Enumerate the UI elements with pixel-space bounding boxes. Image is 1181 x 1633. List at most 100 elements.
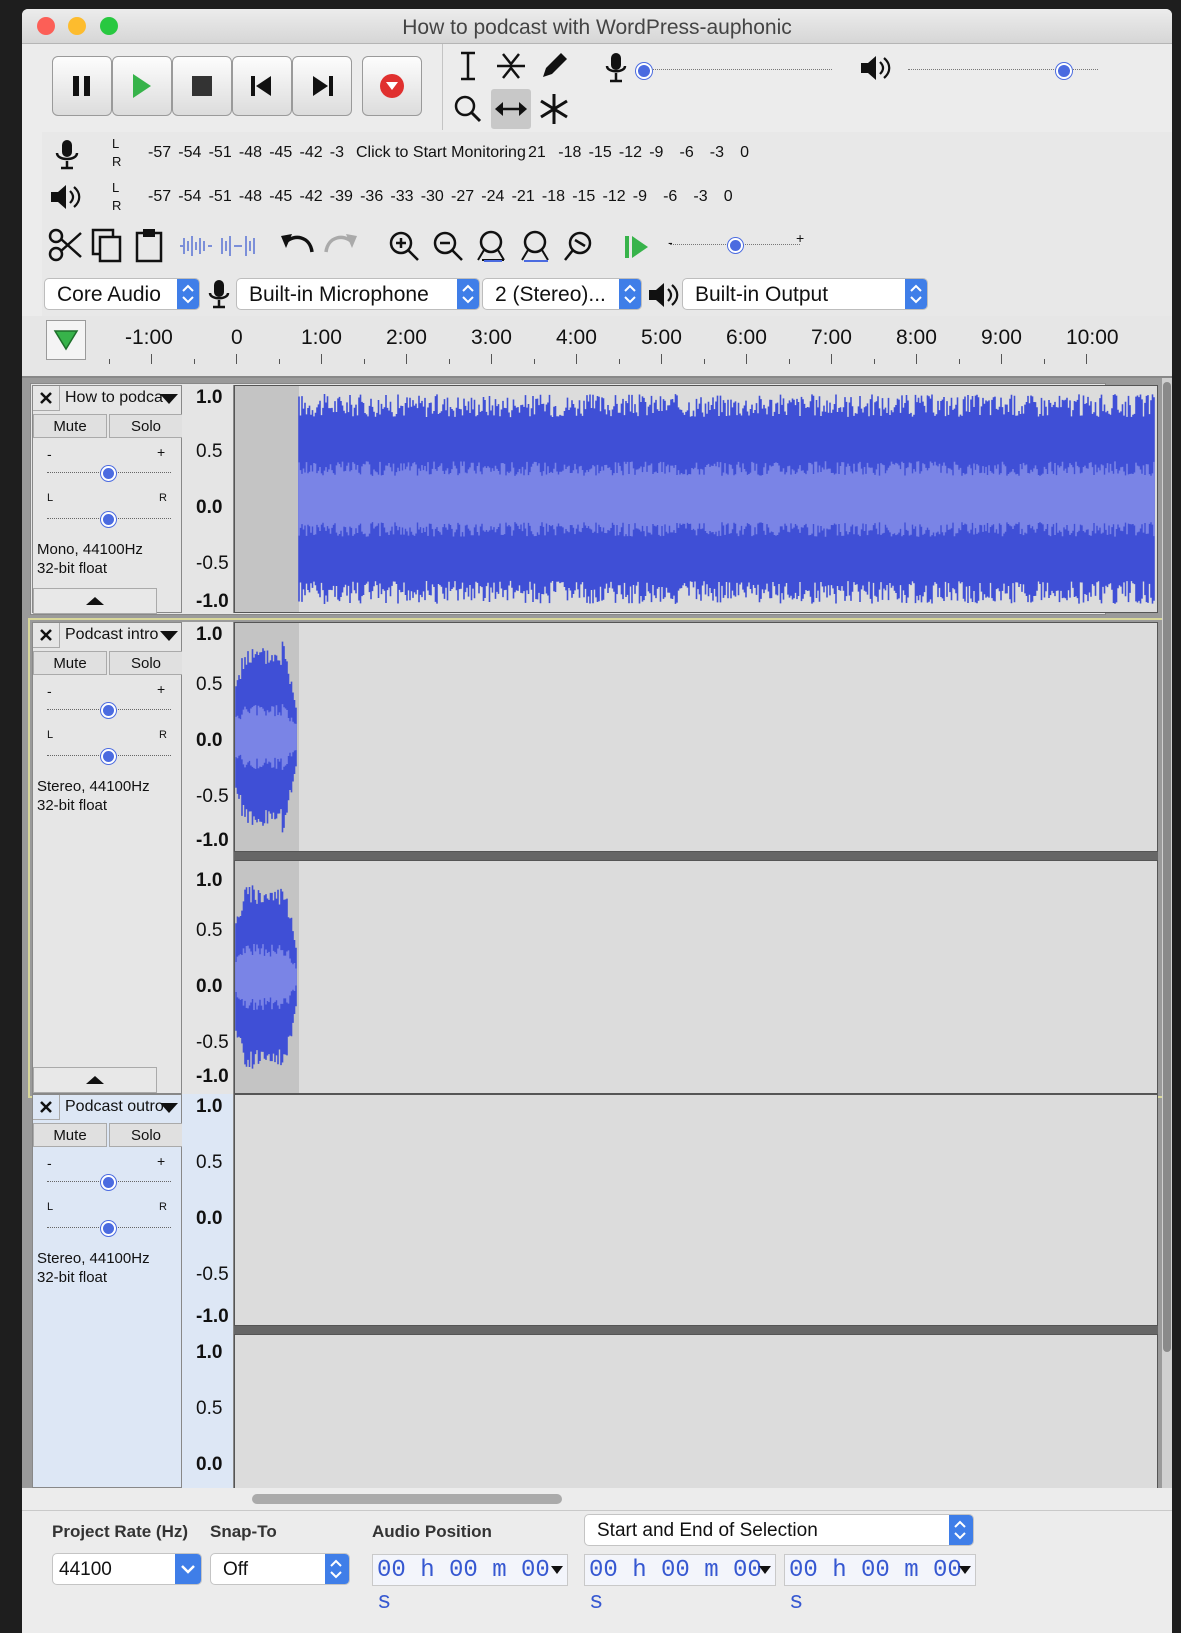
play-icon — [133, 74, 151, 98]
track-menu-dropdown-icon[interactable] — [160, 1102, 178, 1114]
format-dropdown-icon[interactable] — [759, 1565, 771, 1575]
horizontal-scrollbar-thumb[interactable] — [252, 1494, 562, 1504]
track-lane-2-left[interactable] — [234, 622, 1158, 852]
playback-meter-icon[interactable] — [48, 182, 84, 214]
gain-slider-thumb[interactable] — [101, 1175, 116, 1190]
track-collapse-button[interactable] — [33, 588, 157, 614]
stop-button[interactable] — [172, 56, 232, 116]
intro-clip-left-channel[interactable] — [235, 623, 1157, 851]
timeline-tick — [236, 354, 237, 364]
undo-icon[interactable] — [278, 228, 318, 264]
envelope-tool[interactable] — [491, 46, 531, 86]
zoom-in-icon[interactable] — [386, 228, 424, 266]
track-name[interactable]: How to podca — [65, 389, 163, 407]
playback-volume-thumb[interactable] — [1056, 63, 1072, 79]
track-lane-3-left[interactable] — [234, 1094, 1158, 1326]
recording-volume-thumb[interactable] — [636, 63, 652, 79]
recording-volume-slider[interactable] — [642, 69, 832, 71]
fit-selection-icon[interactable] — [474, 228, 512, 266]
meter-channel-r: R — [112, 154, 122, 169]
gain-slider-thumb[interactable] — [101, 703, 116, 718]
selection-mode-spinner[interactable] — [949, 1515, 973, 1545]
pan-slider-thumb[interactable] — [101, 749, 116, 764]
format-dropdown-icon[interactable] — [551, 1565, 563, 1575]
track-collapse-button[interactable] — [33, 1067, 157, 1093]
cut-icon[interactable] — [46, 226, 86, 266]
output-device-select[interactable]: Built-in Output — [682, 278, 928, 310]
selection-mode-select[interactable]: Start and End of Selection — [584, 1514, 974, 1546]
timeline-label: 10:00 — [1066, 326, 1119, 349]
play-at-speed-icon[interactable] — [620, 230, 654, 264]
track-solo-button[interactable]: Solo — [109, 651, 183, 675]
skip-to-end-button[interactable] — [292, 56, 352, 116]
paste-icon[interactable] — [130, 226, 170, 266]
selection-start-field[interactable]: 00 h 00 m 00 s — [584, 1554, 776, 1616]
timeline-tick — [831, 354, 832, 364]
format-dropdown-icon[interactable] — [959, 1565, 971, 1575]
timeline-ruler[interactable]: -1:00 0 1:00 2:00 3:00 4:00 5:00 6:00 7:00 8:00 9:… — [22, 316, 1172, 378]
track-close-button[interactable] — [33, 623, 60, 648]
input-channels-select[interactable]: 2 (Stereo)... — [482, 278, 642, 310]
snap-to-spinner[interactable] — [325, 1554, 349, 1584]
play-speed-thumb[interactable] — [728, 238, 743, 253]
record-button[interactable] — [362, 56, 422, 116]
trim-icon[interactable] — [176, 230, 216, 262]
intro-clip-right-channel[interactable] — [235, 861, 1157, 1093]
track-solo-button[interactable]: Solo — [109, 1123, 183, 1147]
meter-tick-label: -36 — [360, 188, 384, 205]
track-lane-3-right[interactable] — [234, 1334, 1158, 1488]
input-device-select[interactable]: Built-in Microphone — [236, 278, 480, 310]
vertical-scrollbar-thumb[interactable] — [1163, 382, 1171, 1352]
pause-button[interactable] — [52, 56, 112, 116]
snap-to-select[interactable]: Off — [210, 1553, 350, 1585]
copy-icon[interactable] — [88, 226, 128, 266]
track-mute-button[interactable]: Mute — [33, 1123, 107, 1147]
audio-host-spinner[interactable] — [177, 279, 199, 309]
audio-position-field[interactable]: 00 h 00 m 00 s — [372, 1554, 568, 1616]
track-menu-dropdown-icon[interactable] — [160, 630, 178, 642]
track-lane-1[interactable] — [234, 385, 1158, 613]
track-name[interactable]: Podcast outro — [65, 1098, 164, 1116]
audio-host-select[interactable]: Core Audio — [44, 278, 200, 310]
draw-tool[interactable] — [534, 46, 574, 86]
track-solo-button[interactable]: Solo — [109, 414, 183, 438]
meter-tick-label: -3 — [693, 188, 708, 205]
output-device-spinner[interactable] — [905, 279, 927, 309]
track-name[interactable]: Podcast intro — [65, 626, 158, 644]
zoom-out-icon[interactable] — [430, 228, 468, 266]
pan-slider-thumb[interactable] — [101, 512, 116, 527]
track-close-button[interactable] — [33, 386, 60, 411]
input-channels-spinner[interactable] — [619, 279, 641, 309]
selection-tool[interactable] — [448, 46, 488, 86]
timeline-tick — [576, 354, 577, 364]
track-close-button[interactable] — [33, 1095, 60, 1120]
selection-end-field[interactable]: 00 h 00 m 00 s — [784, 1554, 976, 1616]
monitoring-hint[interactable]: Click to Start Monitoring — [356, 144, 526, 162]
input-device-spinner[interactable] — [457, 279, 479, 309]
project-rate-dropdown[interactable] — [175, 1554, 201, 1584]
track-lane-2-right[interactable] — [234, 860, 1158, 1094]
horizontal-scrollbar[interactable] — [22, 1488, 1172, 1510]
multi-tool[interactable] — [534, 89, 574, 129]
record-meter-icon[interactable] — [50, 137, 84, 171]
track-menu-dropdown-icon[interactable] — [160, 393, 178, 405]
play-button[interactable] — [112, 56, 172, 116]
pan-slider-thumb[interactable] — [101, 1221, 116, 1236]
gain-slider-thumb[interactable] — [101, 466, 116, 481]
redo-icon[interactable] — [320, 228, 360, 264]
timeline-minor-tick — [788, 359, 790, 364]
meter-tick-label: -54 — [178, 188, 202, 205]
track-mute-button[interactable]: Mute — [33, 651, 107, 675]
time-shift-tool[interactable] — [491, 89, 531, 129]
vertical-scrollbar[interactable] — [1162, 378, 1172, 1488]
zoom-toggle-icon[interactable] — [562, 228, 600, 266]
project-rate-select[interactable]: 44100 — [52, 1553, 202, 1585]
silence-icon[interactable] — [218, 230, 258, 262]
waveform-clip[interactable] — [235, 386, 1157, 612]
fit-project-icon[interactable] — [518, 228, 556, 266]
track-mute-button[interactable]: Mute — [33, 414, 107, 438]
playback-meter-scale[interactable]: -57 -54 -51 -48 -45 -42 -39 -36 -33 -30 -27 -24 -21-… — [148, 188, 768, 212]
skip-to-start-button[interactable] — [232, 56, 292, 116]
zoom-tool[interactable] — [448, 89, 488, 129]
timeline-label: 4:00 — [556, 326, 597, 349]
